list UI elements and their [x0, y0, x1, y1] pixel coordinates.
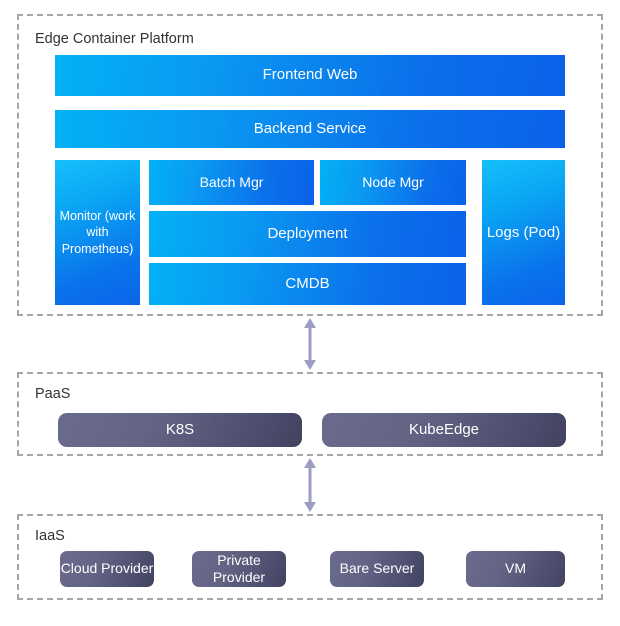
block-node-mgr: Node Mgr	[320, 160, 466, 205]
block-private-provider: Private Provider	[192, 551, 286, 587]
layer-title-paas: PaaS	[35, 386, 71, 402]
block-cloud-provider: Cloud Provider	[60, 551, 154, 587]
block-frontend-web: Frontend Web	[55, 55, 565, 96]
block-vm: VM	[466, 551, 565, 587]
block-kubeedge: KubeEdge	[322, 413, 566, 447]
block-monitor-prometheus: Monitor (work with Prometheus)	[55, 160, 140, 305]
block-deployment: Deployment	[149, 211, 466, 257]
connector-paas-to-iaas-arrow	[302, 458, 318, 512]
block-cmdb: CMDB	[149, 263, 466, 305]
block-logs-pod: Logs (Pod)	[482, 160, 565, 305]
layer-title-edge: Edge Container Platform	[35, 31, 194, 47]
block-bare-server: Bare Server	[330, 551, 424, 587]
block-k8s: K8S	[58, 413, 302, 447]
block-batch-mgr: Batch Mgr	[149, 160, 314, 205]
layer-title-iaas: IaaS	[35, 528, 65, 544]
connector-edge-to-paas-arrow	[302, 318, 318, 370]
block-backend-service: Backend Service	[55, 110, 565, 148]
